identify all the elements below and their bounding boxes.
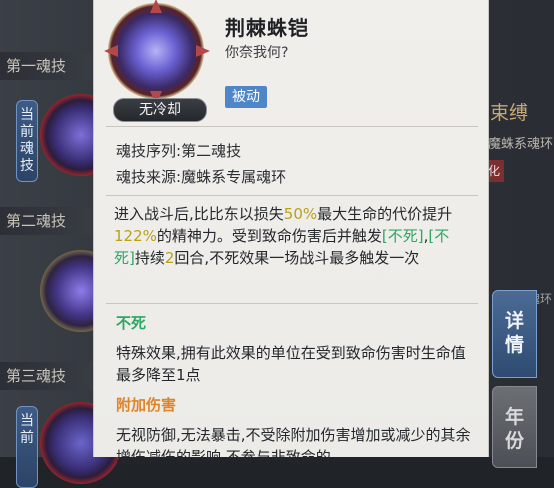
tab-year[interactable]: 年 份 (492, 386, 537, 468)
icon-spike-left (104, 45, 118, 57)
section-undying-text: 特殊效果,拥有此效果的单位在受到致命伤害时生命值最多降至1点 (116, 344, 466, 384)
skill-source-key: 魂技来源: (116, 168, 182, 186)
desc-part-1: 进入战斗后,比比东以损失 (114, 205, 284, 223)
desc-hl-1: 50% (283, 205, 318, 223)
skill-quote: 你奈我何? (225, 45, 289, 61)
skill-icon-ring (108, 3, 204, 99)
skill-source: 魂技来源:魔蛛系专属魂环 (116, 166, 286, 187)
skill-sequence-value: 第二魂技 (181, 142, 242, 160)
soul-skill-icon (104, 0, 210, 105)
no-cooldown-badge: 无冷却 (113, 98, 207, 122)
tab-details[interactable]: 详 情 (492, 290, 537, 378)
desc-part-2: 最大生命的代价提升 (317, 205, 453, 223)
icon-spike-right (196, 45, 210, 57)
skill-description: 进入战斗后,比比东以损失50%最大生命的代价提升 122%的精神力。受到致命伤害后… (114, 203, 470, 269)
skill-tooltip: 无冷却 荆棘蛛铠 你奈我何? 被动 魂技序列:第二魂技 魂技来源:魔蛛系专属魂环… (93, 0, 489, 466)
desc-part-3: 的精神力。受到致命伤害后并触发 (156, 227, 382, 245)
right-skill-title: 束缚 (490, 102, 529, 124)
divider-1 (106, 126, 478, 127)
skill-row-label-2[interactable]: 第二魂技 (0, 207, 92, 235)
divider-2 (106, 195, 478, 196)
section-extra-damage-text: 无视防御,无法暴击,不受除附加伤害增加或减少的其余增伤减伤的影响,不参与非致命的 (116, 426, 471, 466)
skill-row-label-1[interactable]: 第一魂技 (0, 52, 92, 80)
section-undying-title: 不死 (116, 314, 147, 332)
tab-year-label: 年 份 (505, 406, 525, 452)
desc-hl-3: [不死] (381, 227, 424, 245)
skill-row-label-3[interactable]: 第三魂技 (0, 362, 92, 390)
current-skill-tag: 当 前 魂 技 (16, 100, 38, 182)
desc-hl-5: 2 (164, 249, 175, 267)
current-skill-tag-2: 当 前 (16, 406, 38, 488)
passive-tag: 被动 (225, 86, 267, 108)
desc-hl-2: 122% (114, 227, 157, 245)
skill-source-value: 魔蛛系专属魂环 (181, 168, 287, 186)
skill-name: 荆棘蛛铠 (225, 16, 309, 40)
skill-sequence-key: 魂技序列: (116, 142, 182, 160)
tab-details-label: 详 情 (505, 310, 525, 356)
divider-3 (106, 303, 478, 304)
desc-part-4: 持续 (134, 249, 165, 267)
current-skill-tag-2-text: 当 前 (20, 413, 34, 446)
skill-list: 第一魂技 当 前 魂 技 第二魂技 第三魂技 当 前 (0, 0, 122, 488)
desc-part-5: 回合,不死效果一场战斗最多触发一次 (174, 249, 420, 267)
current-skill-tag-text: 当 前 魂 技 (20, 107, 34, 174)
skill-sequence: 魂技序列:第二魂技 (116, 140, 241, 161)
section-extra-damage-title: 附加伤害 (116, 396, 177, 414)
right-skill-subtitle: 魔蛛系魂环 (488, 137, 554, 152)
icon-spike-top (150, 0, 162, 13)
